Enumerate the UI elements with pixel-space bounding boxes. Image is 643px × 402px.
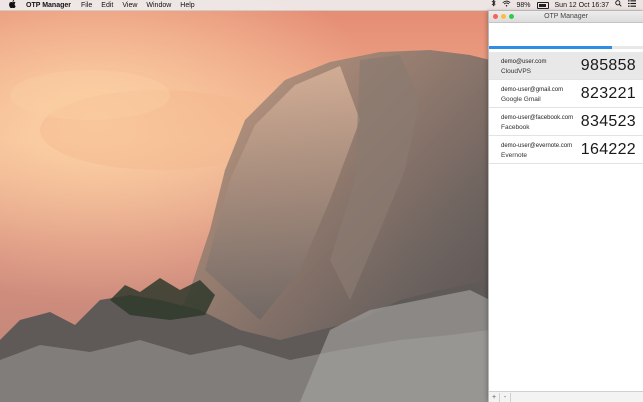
account-service: Google Gmail — [501, 96, 541, 103]
otp-manager-window: OTP Manager demo@user.com CloudVPS 98585… — [488, 11, 643, 402]
desktop: OTP Manager File Edit View Window Help 9… — [0, 0, 643, 402]
close-button[interactable] — [493, 14, 498, 19]
account-email: demo-user@facebook.com — [501, 115, 574, 121]
otp-code[interactable]: 823221 — [581, 85, 636, 103]
account-list: demo@user.com CloudVPS 985858 demo-user@… — [489, 52, 643, 164]
clock[interactable]: Sun 12 Oct 16:37 — [555, 2, 609, 9]
account-service: CloudVPS — [501, 68, 531, 75]
otp-code[interactable]: 164222 — [581, 141, 636, 159]
wifi-icon[interactable] — [501, 0, 511, 11]
menu-bar: OTP Manager File Edit View Window Help 9… — [0, 0, 643, 11]
account-email: demo@user.com — [501, 59, 547, 65]
code-timer-progress-fill — [489, 46, 613, 49]
zoom-button[interactable] — [509, 14, 514, 19]
account-service: Facebook — [501, 124, 530, 131]
notification-center-icon[interactable] — [628, 0, 636, 11]
menu-view[interactable]: View — [122, 2, 137, 9]
account-email: demo-user@gmail.com — [501, 87, 564, 93]
add-account-button[interactable]: + — [489, 392, 500, 402]
menu-window[interactable]: Window — [146, 2, 171, 9]
account-service: Evernote — [501, 152, 528, 159]
code-timer-progress — [489, 46, 643, 49]
status-tray: 98% Sun 12 Oct 16:37 — [491, 0, 636, 11]
traffic-lights — [493, 14, 514, 19]
remove-account-button[interactable]: - — [500, 392, 511, 402]
window-bottom-bar: + - — [489, 391, 643, 402]
search-icon[interactable] — [615, 0, 622, 11]
otp-code[interactable]: 985858 — [581, 57, 636, 75]
account-email: demo-user@evernote.com — [501, 143, 573, 149]
menu-edit[interactable]: Edit — [101, 2, 113, 9]
account-row-cloudvps[interactable]: demo@user.com CloudVPS 985858 — [489, 52, 643, 80]
account-row-facebook[interactable]: demo-user@facebook.com Facebook 834523 — [489, 108, 643, 136]
menu-app-name[interactable]: OTP Manager — [26, 2, 71, 9]
battery-icon[interactable] — [536, 1, 549, 9]
battery-percent: 98% — [516, 1, 531, 9]
otp-code[interactable]: 834523 — [581, 113, 636, 131]
bluetooth-icon[interactable] — [491, 0, 496, 11]
apple-icon[interactable] — [9, 0, 17, 11]
menu-help[interactable]: Help — [180, 2, 194, 9]
account-row-evernote[interactable]: demo-user@evernote.com Evernote 164222 — [489, 136, 643, 164]
account-row-gmail[interactable]: demo-user@gmail.com Google Gmail 823221 — [489, 80, 643, 108]
minimize-button[interactable] — [501, 14, 506, 19]
window-title: OTP Manager — [544, 13, 588, 20]
window-titlebar[interactable]: OTP Manager — [489, 11, 643, 23]
menu-file[interactable]: File — [81, 2, 92, 9]
